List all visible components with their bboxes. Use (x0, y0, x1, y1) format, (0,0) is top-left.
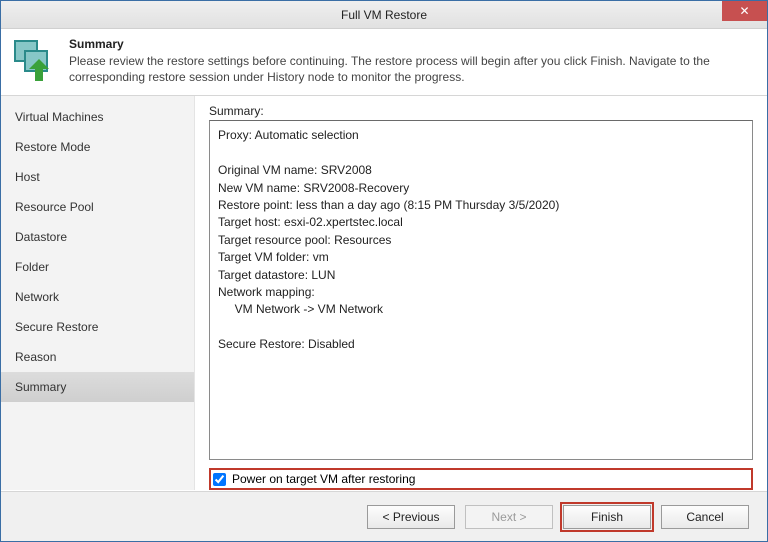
wizard-header: Summary Please review the restore settin… (1, 29, 767, 96)
power-on-checkbox[interactable] (213, 473, 226, 486)
sidebar-item-label: Virtual Machines (15, 110, 104, 124)
sidebar-item-label: Summary (15, 380, 66, 394)
button-label: Finish (591, 510, 623, 524)
page-heading: Summary (69, 37, 757, 51)
sidebar-item-label: Secure Restore (15, 320, 98, 334)
cancel-button[interactable]: Cancel (661, 505, 749, 529)
previous-button[interactable]: < Previous (367, 505, 455, 529)
button-label: < Previous (382, 510, 439, 524)
sidebar-item-label: Host (15, 170, 40, 184)
sidebar-item-label: Reason (15, 350, 56, 364)
close-icon: ✕ (739, 4, 749, 18)
sidebar-item-secure-restore[interactable]: Secure Restore (1, 312, 194, 342)
summary-pane: Summary: Proxy: Automatic selection Orig… (195, 96, 767, 490)
sidebar-item-summary[interactable]: Summary (1, 372, 194, 402)
sidebar-item-host[interactable]: Host (1, 162, 194, 192)
sidebar-item-label: Datastore (15, 230, 67, 244)
close-button[interactable]: ✕ (722, 1, 767, 21)
sidebar-item-virtual-machines[interactable]: Virtual Machines (1, 102, 194, 132)
button-label: Cancel (686, 510, 723, 524)
summary-label: Summary: (209, 104, 753, 118)
sidebar-item-reason[interactable]: Reason (1, 342, 194, 372)
next-button: Next > (465, 505, 553, 529)
wizard-body: Virtual Machines Restore Mode Host Resou… (1, 96, 767, 490)
finish-button[interactable]: Finish (563, 505, 651, 529)
wizard-sidebar: Virtual Machines Restore Mode Host Resou… (1, 96, 195, 490)
sidebar-item-datastore[interactable]: Datastore (1, 222, 194, 252)
window-title: Full VM Restore (1, 8, 767, 22)
page-description: Please review the restore settings befor… (69, 53, 757, 85)
sidebar-item-label: Folder (15, 260, 49, 274)
sidebar-item-resource-pool[interactable]: Resource Pool (1, 192, 194, 222)
power-on-checkbox-label: Power on target VM after restoring (232, 472, 415, 486)
wizard-window: Full VM Restore ✕ Summary Please review … (0, 0, 768, 542)
wizard-icon (11, 37, 57, 83)
wizard-header-text: Summary Please review the restore settin… (69, 37, 757, 85)
sidebar-item-label: Network (15, 290, 59, 304)
sidebar-item-network[interactable]: Network (1, 282, 194, 312)
wizard-footer: < Previous Next > Finish Cancel (1, 491, 767, 541)
titlebar: Full VM Restore ✕ (1, 1, 767, 29)
sidebar-item-label: Restore Mode (15, 140, 90, 154)
sidebar-item-folder[interactable]: Folder (1, 252, 194, 282)
button-label: Next > (491, 510, 526, 524)
power-on-checkbox-row[interactable]: Power on target VM after restoring (209, 468, 753, 490)
summary-textbox[interactable]: Proxy: Automatic selection Original VM n… (209, 120, 753, 460)
sidebar-item-restore-mode[interactable]: Restore Mode (1, 132, 194, 162)
sidebar-item-label: Resource Pool (15, 200, 94, 214)
